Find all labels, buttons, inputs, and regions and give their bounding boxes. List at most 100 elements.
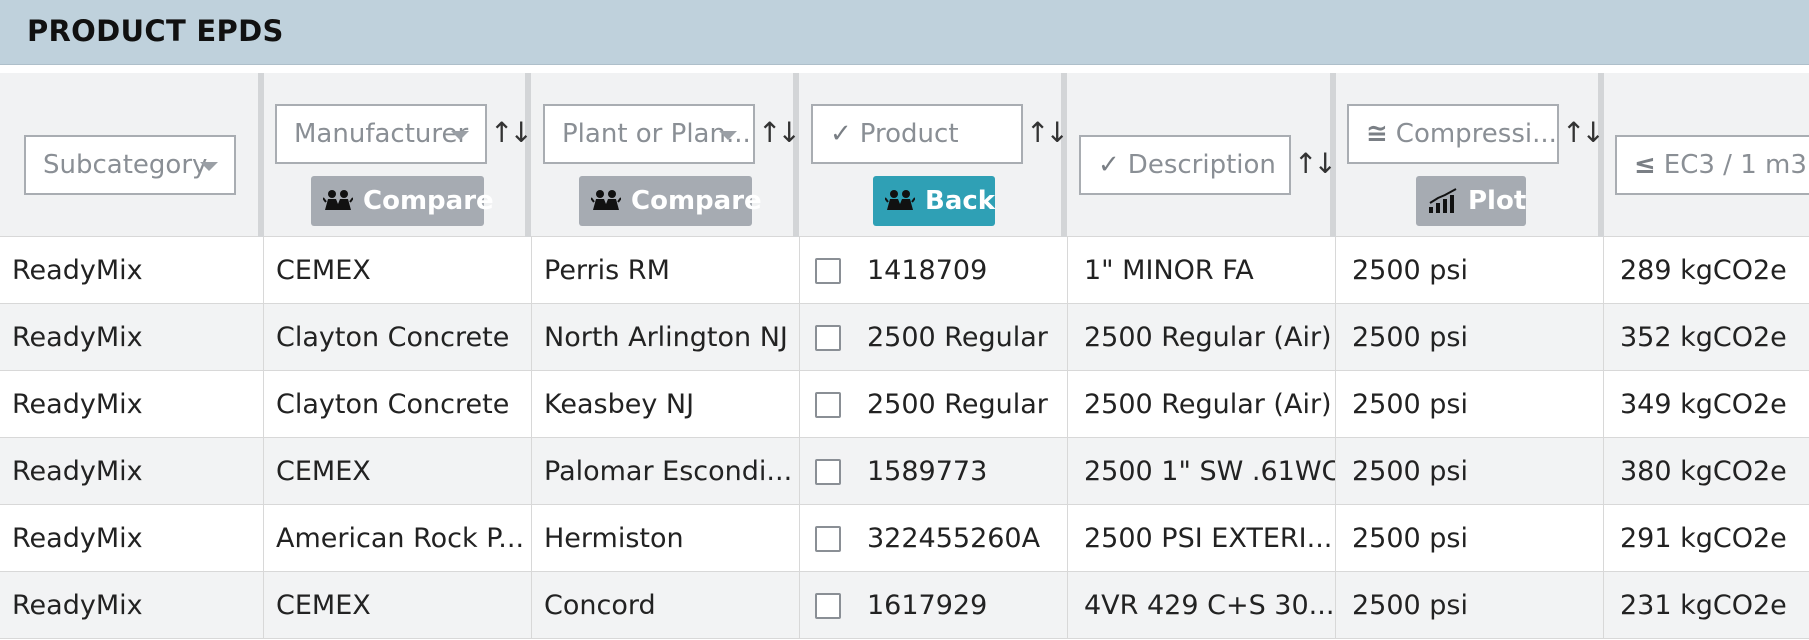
plant-cell: North Arlington NJ bbox=[532, 304, 800, 371]
approx-equal-icon: ≅ bbox=[1366, 119, 1388, 149]
compare-manufacturer-button[interactable]: Compare bbox=[311, 176, 494, 226]
column-resize-handle[interactable] bbox=[1598, 73, 1604, 237]
product-cell: 1589773 bbox=[853, 438, 1068, 505]
row-select-checkbox[interactable] bbox=[815, 526, 841, 552]
description-cell: 2500 1" SW .61WC bbox=[1068, 438, 1336, 505]
compare-label: Compare bbox=[631, 186, 762, 216]
plant-cell: Concord bbox=[532, 572, 800, 639]
row-select-checkbox[interactable] bbox=[815, 258, 841, 284]
table-header: Subcategory Manufacturer ↑↓ Compare Plan… bbox=[0, 73, 1809, 237]
table-row[interactable]: ReadyMix Clayton Concrete North Arlingto… bbox=[0, 304, 1809, 371]
description-filter[interactable]: ✓ Description bbox=[1079, 135, 1291, 195]
compare-people-icon bbox=[591, 190, 621, 210]
sort-icon[interactable]: ↑↓ bbox=[1562, 114, 1605, 152]
sort-icon[interactable]: ↑↓ bbox=[1026, 114, 1069, 152]
compare-people-icon bbox=[323, 190, 353, 210]
product-cell: 1418709 bbox=[853, 237, 1068, 304]
compare-people-icon bbox=[885, 190, 915, 210]
strength-cell: 2500 psi bbox=[1336, 572, 1604, 639]
table-row[interactable]: ReadyMix American Rock P... Hermiston 32… bbox=[0, 505, 1809, 572]
strength-cell: 2500 psi bbox=[1336, 371, 1604, 438]
subcategory-filter[interactable]: Subcategory bbox=[24, 135, 236, 195]
strength-cell: 2500 psi bbox=[1336, 304, 1604, 371]
bar-chart-icon bbox=[1429, 188, 1457, 213]
checkmark-icon: ✓ bbox=[1098, 150, 1120, 180]
ec3-cell: 291 kgCO2e bbox=[1620, 523, 1787, 554]
table-row[interactable]: ReadyMix CEMEX Concord 1617929 4VR 429 C… bbox=[0, 572, 1809, 639]
product-cell: 322455260A bbox=[853, 505, 1068, 572]
subcategory-cell: ReadyMix bbox=[0, 572, 264, 639]
product-filter[interactable]: ✓ Product bbox=[811, 104, 1023, 164]
strength-cell: 2500 psi bbox=[1336, 505, 1604, 572]
plant-cell: Keasbey NJ bbox=[532, 371, 800, 438]
less-than-equal-icon: ≤ bbox=[1634, 150, 1656, 180]
row-select-checkbox[interactable] bbox=[815, 459, 841, 485]
column-resize-handle[interactable] bbox=[793, 73, 799, 237]
product-cell: 2500 Regular bbox=[853, 304, 1068, 371]
manufacturer-cell: CEMEX bbox=[264, 438, 532, 505]
dropdown-caret-icon bbox=[719, 131, 737, 140]
strength-cell: 2500 psi bbox=[1336, 237, 1604, 304]
product-cell: 1617929 bbox=[853, 572, 1068, 639]
epd-table: Subcategory Manufacturer ↑↓ Compare Plan… bbox=[0, 73, 1809, 640]
description-cell: 2500 PSI EXTERI... bbox=[1068, 505, 1336, 572]
subcategory-cell: ReadyMix bbox=[0, 371, 264, 438]
sort-icon[interactable]: ↑↓ bbox=[1294, 145, 1337, 183]
manufacturer-filter-label: Manufacturer bbox=[294, 119, 469, 149]
sort-icon[interactable]: ↑↓ bbox=[758, 114, 801, 152]
table-row[interactable]: ReadyMix Clayton Concrete Keasbey NJ 250… bbox=[0, 371, 1809, 438]
manufacturer-filter[interactable]: Manufacturer bbox=[275, 104, 487, 164]
description-cell: 2500 Regular (Air) bbox=[1068, 371, 1336, 438]
column-resize-handle[interactable] bbox=[1061, 73, 1067, 237]
description-filter-label: Description bbox=[1127, 150, 1276, 180]
subcategory-cell: ReadyMix bbox=[0, 304, 264, 371]
row-select-checkbox[interactable] bbox=[815, 392, 841, 418]
page-title: PRODUCT EPDS bbox=[27, 14, 284, 48]
description-cell: 4VR 429 C+S 30... bbox=[1068, 572, 1336, 639]
ec3-cell: 231 kgCO2e bbox=[1620, 590, 1787, 621]
ec3-filter-label: EC3 / 1 m3 bbox=[1663, 150, 1807, 180]
dropdown-caret-icon bbox=[451, 131, 469, 140]
ec3-filter[interactable]: ≤ EC3 / 1 m3 bbox=[1615, 135, 1809, 195]
subcategory-cell: ReadyMix bbox=[0, 438, 264, 505]
table-row[interactable]: ReadyMix CEMEX Perris RM 1418709 1" MINO… bbox=[0, 237, 1809, 304]
compare-plant-button[interactable]: Compare bbox=[579, 176, 762, 226]
subcategory-cell: ReadyMix bbox=[0, 505, 264, 572]
plot-button[interactable]: Plot bbox=[1416, 176, 1526, 226]
sort-icon[interactable]: ↑↓ bbox=[490, 114, 533, 152]
checkmark-icon: ✓ bbox=[830, 119, 852, 149]
product-filter-label: Product bbox=[859, 119, 959, 149]
plant-filter[interactable]: Plant or Plan... bbox=[543, 104, 755, 164]
subcategory-filter-label: Subcategory bbox=[43, 150, 208, 180]
row-select-checkbox[interactable] bbox=[815, 593, 841, 619]
subcategory-cell: ReadyMix bbox=[0, 237, 264, 304]
manufacturer-cell: CEMEX bbox=[264, 237, 532, 304]
plant-cell: Hermiston bbox=[532, 505, 800, 572]
manufacturer-cell: CEMEX bbox=[264, 572, 532, 639]
title-bar: PRODUCT EPDS bbox=[0, 0, 1809, 65]
description-cell: 2500 Regular (Air) bbox=[1068, 304, 1336, 371]
ec3-cell: 352 kgCO2e bbox=[1620, 322, 1787, 353]
description-cell: 1" MINOR FA bbox=[1068, 237, 1336, 304]
ec3-cell: 289 kgCO2e bbox=[1620, 255, 1787, 286]
compare-label: Compare bbox=[363, 186, 494, 216]
manufacturer-cell: American Rock P... bbox=[264, 505, 532, 572]
plot-label: Plot bbox=[1468, 186, 1527, 216]
compressive-filter-label: Compressi... bbox=[1395, 119, 1557, 149]
row-select-checkbox[interactable] bbox=[815, 325, 841, 351]
product-cell: 2500 Regular bbox=[853, 371, 1068, 438]
plant-cell: Perris RM bbox=[532, 237, 800, 304]
dropdown-caret-icon bbox=[200, 162, 218, 171]
ec3-cell: 380 kgCO2e bbox=[1620, 456, 1787, 487]
table-row[interactable]: ReadyMix CEMEX Palomar Escondi... 158977… bbox=[0, 438, 1809, 505]
column-resize-handle[interactable] bbox=[525, 73, 531, 237]
column-resize-handle[interactable] bbox=[258, 73, 264, 237]
compressive-strength-filter[interactable]: ≅ Compressi... bbox=[1347, 104, 1559, 164]
back-label: Back bbox=[925, 186, 996, 216]
strength-cell: 2500 psi bbox=[1336, 438, 1604, 505]
back-button[interactable]: Back bbox=[873, 176, 995, 226]
manufacturer-cell: Clayton Concrete bbox=[264, 371, 532, 438]
manufacturer-cell: Clayton Concrete bbox=[264, 304, 532, 371]
plant-cell: Palomar Escondi... bbox=[532, 438, 800, 505]
ec3-cell: 349 kgCO2e bbox=[1620, 389, 1787, 420]
